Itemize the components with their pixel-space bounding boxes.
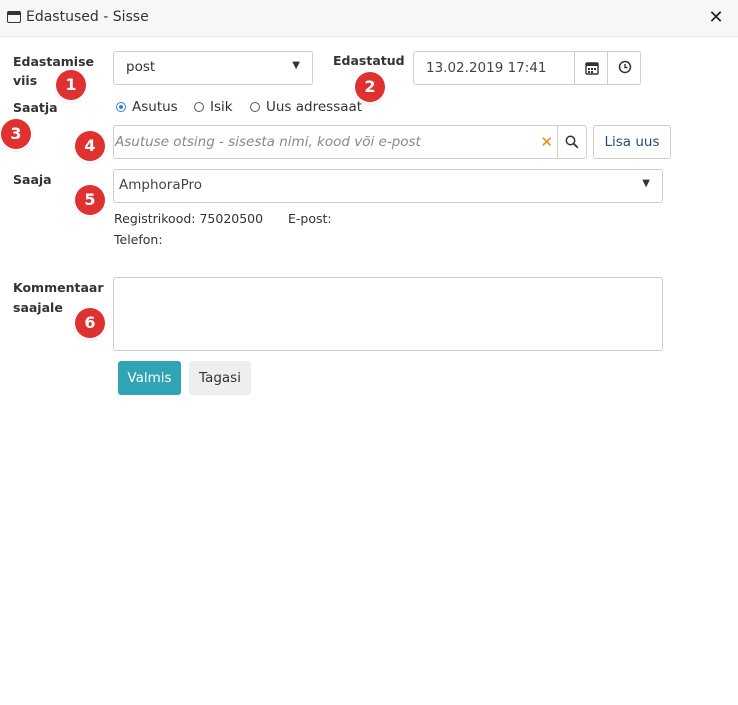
radio-asutus[interactable]: Asutus — [116, 99, 178, 115]
radio-label: Uus adressaat — [266, 99, 363, 115]
search-icon — [565, 135, 579, 149]
chevron-down-icon: ▼ — [642, 178, 650, 189]
radio-label: Isik — [210, 99, 233, 115]
clock-icon — [618, 60, 632, 74]
annotation-badge: 3 — [1, 119, 31, 149]
annotation-badge: 4 — [75, 131, 105, 161]
method-label: Edastamise — [13, 54, 94, 69]
sender-label: Saatja — [13, 100, 58, 115]
title-bar: Edastused - Sisse ✕ — [0, 0, 738, 37]
radio-dot — [116, 102, 126, 112]
radio-isik[interactable]: Isik — [194, 99, 233, 115]
recipient-value: AmphoraPro — [119, 177, 203, 193]
back-button[interactable]: Tagasi — [189, 361, 251, 395]
annotation-badge: 6 — [75, 308, 105, 338]
calendar-button[interactable] — [574, 51, 608, 85]
email: E-post: — [288, 211, 332, 226]
comment-label-2: saajale — [13, 300, 63, 315]
window-title: Edastused - Sisse — [26, 9, 149, 25]
window-icon — [7, 11, 21, 23]
clear-icon[interactable]: ✕ — [540, 133, 553, 151]
radio-dot — [194, 102, 204, 112]
method-label-2: viis — [13, 73, 38, 88]
annotation-badge: 2 — [355, 72, 385, 102]
radio-label: Asutus — [132, 99, 178, 115]
comment-label: Kommentaar — [13, 280, 104, 295]
radio-uus-adressaat[interactable]: Uus adressaat — [250, 99, 362, 115]
radio-dot — [250, 102, 260, 112]
done-button[interactable]: Valmis — [118, 361, 181, 395]
comment-textarea[interactable] — [113, 277, 663, 351]
close-icon[interactable]: ✕ — [706, 7, 726, 29]
method-value: post — [126, 59, 156, 75]
annotation-badge: 5 — [75, 185, 105, 215]
search-placeholder: Asutuse otsing - sisesta nimi, kood või … — [115, 134, 421, 150]
reg-code: Registrikood: 75020500 — [114, 211, 264, 226]
annotation-badge: 1 — [56, 70, 86, 100]
add-new-button[interactable]: Lisa uus — [593, 125, 671, 159]
method-select[interactable]: post ▼ — [113, 51, 313, 85]
calendar-icon — [585, 62, 599, 75]
recipient-label: Saaja — [13, 172, 52, 187]
chevron-down-icon: ▼ — [292, 60, 300, 71]
sent-date-input[interactable]: 13.02.2019 17:41 — [413, 51, 575, 85]
search-button[interactable] — [557, 125, 587, 159]
recipient-select[interactable]: AmphoraPro ▼ — [113, 169, 663, 203]
clock-button[interactable] — [607, 51, 641, 85]
sent-date-value: 13.02.2019 17:41 — [426, 60, 547, 76]
phone: Telefon: — [114, 232, 163, 247]
search-input[interactable]: Asutuse otsing - sisesta nimi, kood või … — [113, 125, 558, 159]
sent-label: Edastatud — [333, 53, 405, 68]
